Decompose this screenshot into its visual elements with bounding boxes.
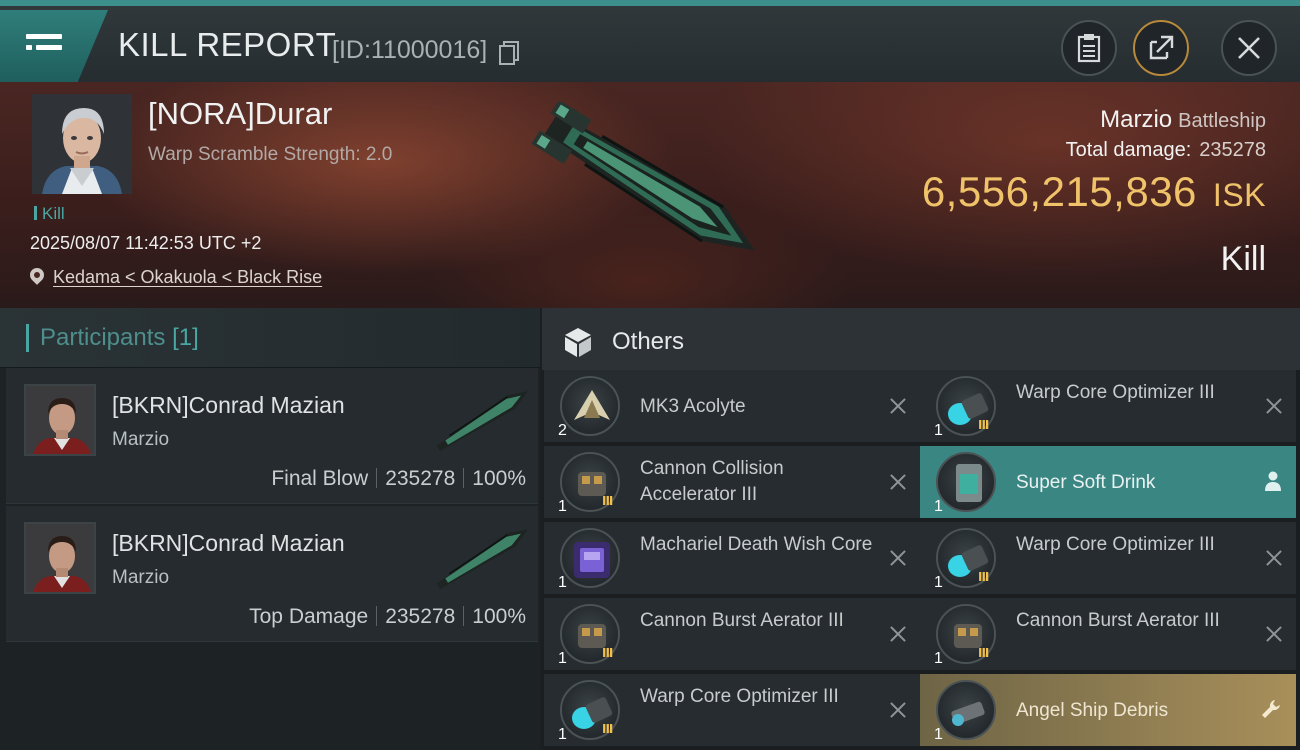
item-name: Cannon Burst Aerator III: [640, 610, 844, 631]
isk-value-line: 6,556,215,836 ISK: [922, 168, 1266, 216]
item-name: Machariel Death Wish Core: [640, 534, 873, 555]
victim-ship-name[interactable]: Marzio: [1100, 106, 1172, 133]
warp-scramble-strength: Warp Scramble Strength: 2.0: [148, 144, 393, 165]
victim-name[interactable]: [NORA]Durar: [148, 96, 332, 132]
participant-row[interactable]: [BKRN]Conrad Mazian Marzio Top Damage 235…: [6, 506, 538, 642]
destroyed-x-icon: [888, 700, 908, 720]
item-name: Angel Ship Debris: [1016, 700, 1169, 721]
destroyed-x-icon: [1264, 624, 1284, 644]
page-title: KILL REPORT: [118, 26, 337, 63]
participant-ship-image: [426, 518, 538, 598]
tech-level-badge: III: [978, 646, 989, 660]
report-id: [ID:11000016]: [332, 36, 488, 64]
isk-unit: ISK: [1212, 177, 1266, 213]
item-name: Warp Core Optimizer III: [1016, 534, 1215, 555]
drone-icon: [560, 376, 620, 436]
tech-level-badge: III: [978, 418, 989, 432]
destroyed-x-icon: [888, 472, 908, 492]
tech-level-badge: III: [602, 722, 613, 736]
person-icon: [1265, 471, 1281, 491]
participant-role: Final Blow: [271, 467, 369, 490]
total-damage-label: Total damage:: [1065, 139, 1192, 161]
close-button[interactable]: [1221, 20, 1277, 76]
menu-button[interactable]: [0, 10, 108, 82]
item-row[interactable]: 2 MK3 Acolyte: [544, 370, 920, 444]
participant-ship-image: [426, 380, 538, 460]
participants-header: Participants [1]: [0, 308, 540, 368]
header-bar: KILL REPORT [ID:11000016]: [0, 0, 1300, 82]
participant-ship: Marzio: [112, 429, 170, 450]
location-pin-icon: [27, 265, 47, 285]
item-name: Warp Core Optimizer III: [640, 686, 839, 707]
clipboard-button[interactable]: [1061, 20, 1117, 76]
copy-icon[interactable]: [499, 41, 519, 65]
participant-row[interactable]: [BKRN]Conrad Mazian Marzio Final Blow 235…: [6, 368, 538, 504]
kill-banner: [NORA]Durar Warp Scramble Strength: 2.0 …: [0, 82, 1300, 308]
share-icon: [1149, 35, 1174, 60]
participant-damage: 235278: [385, 605, 456, 628]
tech-level-badge: III: [602, 494, 613, 508]
participant-name[interactable]: [BKRN]Conrad Mazian: [112, 530, 345, 557]
participant-role: Top Damage: [249, 605, 369, 628]
victim-portrait[interactable]: [32, 94, 132, 194]
destroyed-x-icon: [1264, 548, 1284, 568]
destroyed-x-icon: [888, 548, 908, 568]
close-icon: [1238, 37, 1260, 59]
item-name: MK3 Acolyte: [640, 396, 746, 417]
victim-ship-image: [520, 99, 780, 282]
participant-avatar[interactable]: [24, 384, 96, 456]
total-damage-line: Total damage: 235278: [1066, 139, 1266, 162]
destroyed-x-icon: [1264, 396, 1284, 416]
isk-value: 6,556,215,836: [921, 168, 1197, 215]
share-button[interactable]: [1133, 20, 1189, 76]
item-row[interactable]: 1 III Warp Core Optimizer III: [544, 674, 920, 748]
participant-name[interactable]: [BKRN]Conrad Mazian: [112, 392, 345, 419]
participant-damage: 235278: [385, 467, 456, 490]
victim-ship-class: Battleship: [1178, 110, 1266, 132]
kill-timestamp: 2025/08/07 11:42:53 UTC +2: [30, 233, 262, 253]
participant-stats: Final Blow 235278 100%: [271, 467, 526, 491]
participants-panel: Participants [1] [BKRN]Conrad Mazian Mar…: [0, 308, 540, 750]
core-icon: [560, 528, 620, 588]
participant-percent: 100%: [472, 467, 526, 490]
participant-stats: Top Damage 235278 100%: [249, 605, 526, 629]
item-name: Super Soft Drink: [1016, 472, 1156, 493]
item-row-highlighted[interactable]: 1 Angel Ship Debris: [920, 674, 1296, 748]
item-row[interactable]: 1 III Warp Core Optimizer III: [920, 522, 1296, 596]
destroyed-x-icon: [888, 624, 908, 644]
victim-ship-line: Marzio Battleship: [1100, 106, 1266, 134]
kill-result: Kill: [1220, 240, 1266, 278]
debris-icon: [936, 680, 996, 740]
clipboard-icon: [1077, 34, 1101, 63]
item-row[interactable]: 1 III Warp Core Optimizer III: [920, 370, 1296, 444]
item-row[interactable]: 1 III Cannon Burst Aerator III: [920, 598, 1296, 672]
item-name: Warp Core Optimizer III: [1016, 382, 1215, 403]
item-row-highlighted[interactable]: 1 Super Soft Drink: [920, 446, 1296, 520]
participant-percent: 100%: [472, 605, 526, 628]
item-row[interactable]: 1 III Cannon Collision Accelerator III: [544, 446, 920, 520]
participant-ship: Marzio: [112, 567, 170, 588]
item-name: Cannon Burst Aerator III: [1016, 610, 1220, 631]
location-link[interactable]: Kedama < Okakuola < Black Rise: [53, 267, 322, 287]
item-row[interactable]: 1 III Cannon Burst Aerator III: [544, 598, 920, 672]
menu-icon: [26, 34, 62, 62]
cube-icon: [565, 328, 591, 357]
destroyed-x-icon: [888, 396, 908, 416]
participants-title: Participants [1]: [40, 324, 199, 351]
kill-location[interactable]: Kedama < Okakuola < Black Rise: [27, 265, 322, 288]
item-name: Cannon Collision Accelerator III: [640, 458, 784, 505]
tech-level-badge: III: [602, 646, 613, 660]
others-header: Others: [542, 308, 1300, 370]
participant-avatar[interactable]: [24, 522, 96, 594]
kill-tag: Kill: [34, 204, 65, 224]
others-panel: Others 2 MK3 Acolyte 1 III Warp Core Opt…: [542, 308, 1300, 750]
others-title: Others: [612, 328, 685, 355]
item-row[interactable]: 1 Machariel Death Wish Core: [544, 522, 920, 596]
tech-level-badge: III: [978, 570, 989, 584]
total-damage-value: 235278: [1199, 139, 1266, 161]
drink-icon: [936, 452, 996, 512]
wrench-icon: [1262, 700, 1280, 718]
